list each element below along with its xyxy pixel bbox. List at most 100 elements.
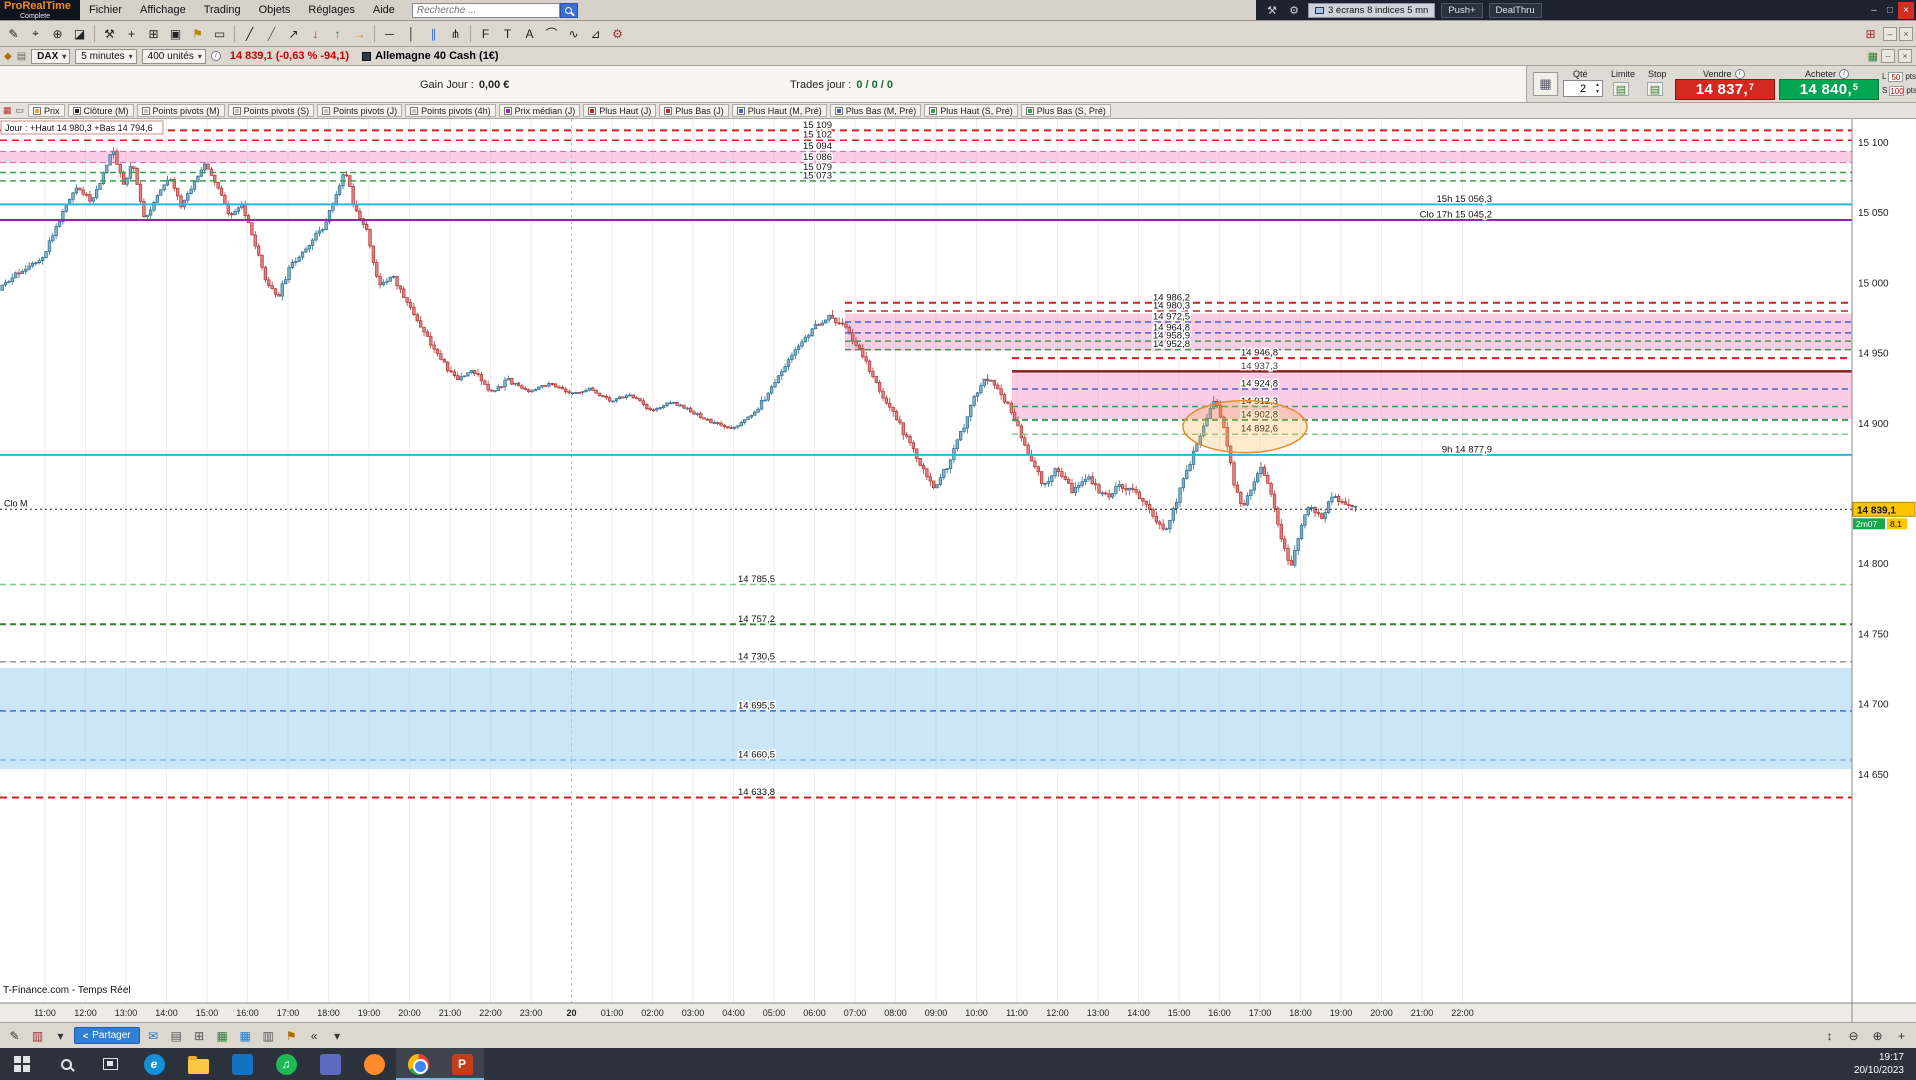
timeframe-dropdown[interactable]: 5 minutes <box>75 48 137 64</box>
menu-aide[interactable]: Aide <box>364 0 404 21</box>
task-view-button[interactable] <box>88 1048 132 1080</box>
order-keypad-icon[interactable]: ▦ <box>1533 72 1558 96</box>
taskbar-clock[interactable]: 19:17 20/10/2023 <box>1844 1048 1916 1080</box>
vertical-line-icon[interactable]: │ <box>401 23 422 44</box>
notes-icon[interactable]: ▤ <box>167 1026 186 1045</box>
share-button[interactable]: Partager <box>74 1027 140 1044</box>
quotes-icon[interactable]: ▦ <box>236 1026 255 1045</box>
legend-item-cl-ture-m-[interactable]: Clôture (M) <box>67 104 134 117</box>
price-display-icon[interactable]: ▭ <box>16 105 25 116</box>
cursor-icon[interactable]: ⌖ <box>25 23 46 44</box>
menu-trading[interactable]: Trading <box>195 0 250 21</box>
arrow-down-icon[interactable]: ↓ <box>305 23 326 44</box>
legend-checkbox[interactable] <box>322 106 331 115</box>
legend-checkbox[interactable] <box>929 106 938 115</box>
store-taskbar-button[interactable] <box>220 1048 264 1080</box>
triangle-icon[interactable]: ⊿ <box>585 23 606 44</box>
cursor-mode-icon[interactable]: + <box>1892 1026 1911 1045</box>
snapshot-icon[interactable]: ▣ <box>165 23 186 44</box>
chrome-taskbar-button[interactable] <box>396 1048 440 1080</box>
segment-icon[interactable]: ╱ <box>261 23 282 44</box>
legend-checkbox[interactable] <box>1025 106 1034 115</box>
legend-item-points-pivots-4h-[interactable]: Points pivots (4h) <box>405 104 496 117</box>
zoom-in-icon[interactable]: ⊕ <box>1868 1026 1887 1045</box>
firefox-taskbar-button[interactable] <box>352 1048 396 1080</box>
arrow-right-icon[interactable]: → <box>349 23 370 44</box>
watchlist-icon[interactable]: ▦ <box>213 1026 232 1045</box>
menu-réglages[interactable]: Réglages <box>299 0 363 21</box>
legend-checkbox[interactable] <box>33 106 42 115</box>
powerpoint-taskbar-button[interactable]: P <box>440 1048 484 1080</box>
units-dropdown[interactable]: 400 unités <box>141 48 206 64</box>
chart-style-caret-icon[interactable]: ▾ <box>51 1026 70 1045</box>
legend-checkbox[interactable] <box>588 106 597 115</box>
legend-item-points-pivots-m-[interactable]: Points pivots (M) <box>136 104 225 117</box>
legend-item-plus-bas-s-pr-[interactable]: Plus Bas (S, Pré) <box>1020 104 1111 117</box>
legend-checkbox[interactable] <box>664 106 673 115</box>
workspace-button[interactable]: 3 écrans 8 indices 5 mn <box>1308 2 1436 18</box>
legend-item-points-pivots-j-[interactable]: Points pivots (J) <box>317 104 403 117</box>
duplicate-icon[interactable]: ⊞ <box>143 23 164 44</box>
panel-minimize-icon[interactable]: – <box>1881 49 1895 63</box>
chart-minimize-icon[interactable]: – <box>1883 26 1897 41</box>
fit-height-icon[interactable]: ↕ <box>1820 1026 1839 1045</box>
legend-checkbox[interactable] <box>834 106 843 115</box>
maximize-icon[interactable]: □ <box>1882 2 1898 19</box>
info-icon[interactable] <box>210 51 221 61</box>
stop-offset-input[interactable]: 100 <box>1889 85 1905 96</box>
menu-objets[interactable]: Objets <box>250 0 300 21</box>
report-icon[interactable]: ▥ <box>259 1026 278 1045</box>
gear-icon[interactable]: ⚙ <box>1286 4 1302 17</box>
abc-label-icon[interactable]: A <box>519 23 540 44</box>
text-icon[interactable]: T <box>497 23 518 44</box>
legend-checkbox[interactable] <box>736 106 745 115</box>
arrow-up-icon[interactable]: ↑ <box>327 23 348 44</box>
instrument-list-icon[interactable]: ▤ <box>17 51 26 62</box>
limit-offset-input[interactable]: 50 <box>1888 71 1904 82</box>
collapse-icon[interactable]: « <box>305 1026 324 1045</box>
ray-icon[interactable]: ↗ <box>283 23 304 44</box>
limit-order-icon[interactable]: ▤ <box>1613 82 1629 96</box>
alert-icon[interactable]: ⚑ <box>187 23 208 44</box>
pencil-icon[interactable]: ✎ <box>3 23 24 44</box>
instrument-dropdown[interactable]: DAX <box>31 48 71 64</box>
zoom-tool-icon[interactable]: ⊕ <box>47 23 68 44</box>
add-indicator-icon[interactable]: ▦ <box>3 105 12 116</box>
chart-style-icon[interactable]: ▥ <box>28 1026 47 1045</box>
close-icon[interactable]: × <box>1898 1 1914 19</box>
more-caret-icon[interactable]: ▾ <box>328 1026 347 1045</box>
teams-taskbar-button[interactable] <box>308 1048 352 1080</box>
search-input[interactable] <box>411 2 560 18</box>
draw-tools-icon[interactable]: ✎ <box>5 1026 24 1045</box>
legend-checkbox[interactable] <box>72 106 81 115</box>
push-button[interactable]: Push+ <box>1441 2 1483 18</box>
fibonacci-icon[interactable]: F <box>475 23 496 44</box>
legend-item-plus-haut-m-pr-[interactable]: Plus Haut (M, Pré) <box>731 104 827 117</box>
messages-icon[interactable]: ✉ <box>144 1026 163 1045</box>
zoom-out-icon[interactable]: ⊖ <box>1844 1026 1863 1045</box>
channel-icon[interactable]: ∥ <box>423 23 444 44</box>
legend-item-plus-haut-j-[interactable]: Plus Haut (J) <box>583 104 657 117</box>
wrench-icon[interactable]: ⚒ <box>1264 4 1280 17</box>
edge-taskbar-button[interactable]: e <box>132 1048 176 1080</box>
dealthru-button[interactable]: DealThru <box>1488 2 1542 18</box>
zigzag-icon[interactable]: ∿ <box>563 23 584 44</box>
legend-item-prix[interactable]: Prix <box>28 104 65 117</box>
panel-close-icon[interactable]: × <box>1898 49 1912 63</box>
chart-close-icon[interactable]: × <box>1899 26 1913 41</box>
windows-icon[interactable]: ⊞ <box>190 1026 209 1045</box>
settings-icon[interactable]: ⚙ <box>607 23 628 44</box>
buy-button[interactable]: 14 840, 5 <box>1779 79 1879 100</box>
quantity-stepper[interactable]: ▲ ▼ <box>1593 81 1602 96</box>
delete-icon[interactable]: ▭ <box>209 23 230 44</box>
legend-item-plus-bas-m-pr-[interactable]: Plus Bas (M, Pré) <box>829 104 922 117</box>
price-chart[interactable]: 15 10915 10215 09415 08615 07915 07315h … <box>0 119 1916 1022</box>
legend-item-plus-bas-j-[interactable]: Plus Bas (J) <box>659 104 729 117</box>
tools-icon[interactable]: ⚒ <box>99 23 120 44</box>
taskbar-search-button[interactable] <box>44 1048 88 1080</box>
highlight-ellipse[interactable] <box>1182 399 1308 454</box>
stop-order-icon[interactable]: ▤ <box>1647 82 1663 96</box>
sell-info-icon[interactable] <box>1734 69 1745 79</box>
legend-checkbox[interactable] <box>141 106 150 115</box>
horizontal-line-icon[interactable]: ─ <box>379 23 400 44</box>
